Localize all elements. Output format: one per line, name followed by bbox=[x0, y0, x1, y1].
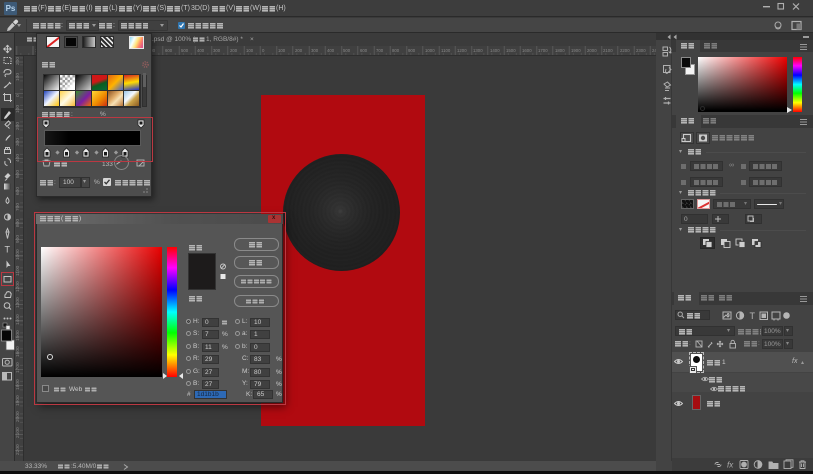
svg-text:fx: fx bbox=[727, 461, 734, 470]
svg-text:T: T bbox=[5, 245, 11, 255]
svg-text:T: T bbox=[750, 311, 756, 321]
